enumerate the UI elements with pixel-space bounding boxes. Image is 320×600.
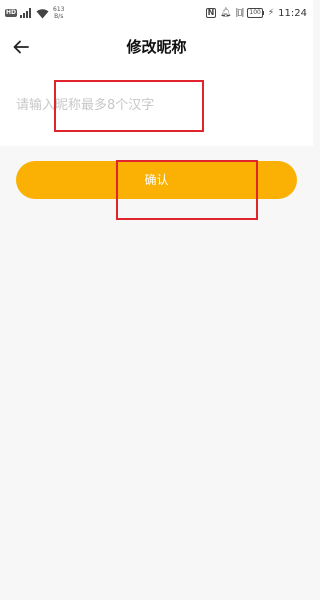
battery-icon: 100 bbox=[247, 8, 264, 18]
screen: HD 613 B/s N 🔔︎ |▯| 100 ⚡︎ 11:24 修改昵称 请输… bbox=[0, 0, 313, 600]
net-speed-value: 613 bbox=[53, 6, 65, 13]
nav-bar: 修改昵称 bbox=[0, 26, 313, 68]
battery-level: 100 bbox=[247, 8, 263, 18]
nickname-input[interactable] bbox=[16, 92, 296, 118]
charging-icon: ⚡︎ bbox=[267, 8, 275, 18]
nickname-input-panel bbox=[0, 68, 313, 146]
back-button[interactable] bbox=[8, 34, 34, 60]
nfc-icon: N bbox=[205, 8, 216, 18]
status-bar: HD 613 B/s N 🔔︎ |▯| 100 ⚡︎ 11:24 bbox=[0, 0, 313, 26]
net-speed-unit: B/s bbox=[54, 13, 64, 20]
status-time: 11:24 bbox=[278, 7, 307, 19]
confirm-button[interactable]: 确认 bbox=[16, 161, 297, 199]
arrow-left-icon bbox=[13, 40, 29, 54]
signal-icon bbox=[20, 8, 32, 18]
status-bar-left: HD 613 B/s bbox=[5, 6, 64, 20]
net-speed: 613 B/s bbox=[53, 6, 64, 20]
bell-icon: 🔔︎ bbox=[219, 8, 232, 18]
vibrate-icon: |▯| bbox=[235, 8, 244, 18]
status-bar-right: N 🔔︎ |▯| 100 ⚡︎ 11:24 bbox=[205, 6, 307, 20]
hd-icon: HD bbox=[5, 9, 18, 17]
wifi-icon bbox=[36, 8, 49, 18]
page-title: 修改昵称 bbox=[126, 38, 187, 56]
